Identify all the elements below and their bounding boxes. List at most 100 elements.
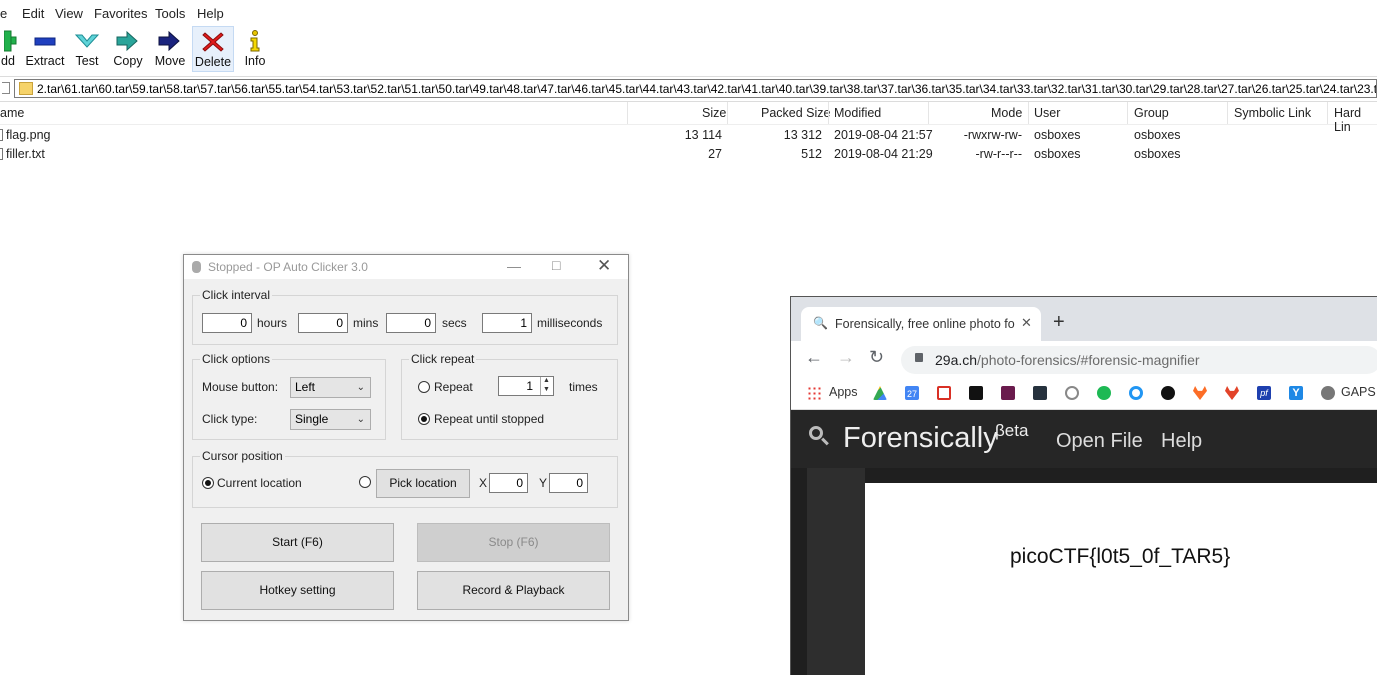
spin-down-icon[interactable]: ▼ — [543, 386, 550, 393]
lock-icon — [915, 353, 923, 362]
file-row[interactable]: flag.png 13 114 13 312 2019-08-04 21:57 … — [0, 126, 1377, 145]
start-button[interactable]: Start (F6) — [201, 523, 394, 562]
pf-icon[interactable]: pf — [1257, 386, 1271, 400]
hotkey-setting-button[interactable]: Hotkey setting — [201, 571, 394, 610]
mins-input[interactable]: 0 — [298, 313, 348, 333]
repeat-radio[interactable] — [418, 381, 430, 393]
extract-button[interactable]: Extract — [24, 26, 66, 72]
url-host: 29a.ch — [935, 352, 978, 368]
close-tab-icon[interactable]: ✕ — [1021, 315, 1032, 331]
repeat-spinner[interactable]: ▲ ▼ — [540, 377, 553, 395]
terminal-icon[interactable] — [1033, 386, 1047, 400]
path-input[interactable]: 2.tar\61.tar\60.tar\59.tar\58.tar\57.tar… — [14, 79, 1377, 98]
apps-bookmark[interactable]: Apps — [829, 385, 858, 399]
green-circle-icon[interactable] — [1097, 386, 1111, 400]
copy-button[interactable]: Copy — [110, 26, 146, 72]
url-bar[interactable]: 29a.ch/photo-forensics/#forensic-magnifi… — [901, 346, 1377, 374]
file-icon — [0, 148, 3, 160]
x-input[interactable]: 0 — [489, 473, 528, 493]
click-type-select[interactable]: Single ⌄ — [290, 409, 371, 430]
toolbar: dd Extract Test Copy Move Delete Info — [0, 26, 1377, 74]
move-arrow-icon — [158, 30, 180, 52]
pick-location-button[interactable]: Pick location — [376, 469, 470, 498]
file-icon — [0, 129, 3, 141]
magnifier-icon — [809, 426, 823, 440]
add-button[interactable]: dd — [0, 26, 17, 72]
test-button[interactable]: Test — [70, 26, 104, 72]
new-tab-icon[interactable]: + — [1053, 311, 1065, 334]
file-list-header: ame Size Packed Size Modified Mode User … — [0, 102, 1377, 134]
minus-icon — [34, 37, 56, 46]
reload-icon[interactable]: ↻ — [869, 347, 884, 368]
forward-icon[interactable]: → — [837, 347, 855, 368]
plus-icon — [4, 30, 17, 52]
col-packed-size[interactable]: Packed Size — [761, 106, 830, 120]
open-file-link[interactable]: Open File — [1056, 430, 1143, 453]
up-folder-icon[interactable] — [2, 82, 10, 94]
beta-label: βeta — [995, 421, 1029, 440]
calendar-icon[interactable]: 27 — [905, 386, 919, 400]
file-row[interactable]: filler.txt 27 512 2019-08-04 21:29 -rw-r… — [0, 145, 1377, 164]
move-button[interactable]: Move — [152, 26, 188, 72]
y-input[interactable]: 0 — [549, 473, 588, 493]
mouse-button-select[interactable]: Left ⌄ — [290, 377, 371, 398]
spin-up-icon[interactable]: ▲ — [543, 377, 550, 384]
col-modified[interactable]: Modified — [834, 106, 881, 120]
drive-icon[interactable] — [873, 386, 887, 400]
pick-location-radio[interactable] — [359, 476, 371, 488]
delete-button[interactable]: Delete — [192, 26, 234, 72]
site-nav: Forensically βeta Open File Help — [791, 410, 1377, 468]
flag-text: picoCTF{l0t5_0f_TAR5} — [1010, 545, 1231, 568]
copy-arrow-icon — [116, 30, 138, 52]
menu-help[interactable]: Help — [197, 6, 224, 21]
cursor-position-group: Cursor position Current location Pick lo… — [192, 449, 618, 508]
gitlab-icon[interactable] — [1193, 386, 1207, 400]
back-icon[interactable]: ← — [805, 347, 823, 368]
tab-title: Forensically, free online photo fo — [835, 317, 1015, 331]
menu-favorites[interactable]: Favorites — [94, 6, 147, 21]
close-icon[interactable]: ✕ — [597, 256, 611, 276]
slack-icon[interactable] — [1001, 386, 1015, 400]
hours-input[interactable]: 0 — [202, 313, 252, 333]
col-mode[interactable]: Mode — [991, 106, 1022, 120]
col-name[interactable]: ame — [0, 106, 24, 120]
url-path: /photo-forensics/#forensic-magnifier — [977, 352, 1200, 368]
col-symbolic-link[interactable]: Symbolic Link — [1234, 106, 1311, 120]
side-panel — [807, 468, 865, 675]
gaps-bookmark[interactable]: GAPS — [1341, 385, 1376, 399]
site-brand: Forensically — [843, 422, 998, 454]
repeat-until-stopped-radio[interactable] — [418, 413, 430, 425]
target-icon[interactable] — [1129, 386, 1143, 400]
col-size[interactable]: Size — [702, 106, 726, 120]
y-icon[interactable]: Y — [1289, 386, 1303, 400]
globe-icon[interactable] — [1321, 386, 1335, 400]
browser-tab[interactable]: 🔍 Forensically, free online photo fo ✕ — [801, 307, 1041, 341]
checkmark-icon — [74, 34, 100, 48]
col-group[interactable]: Group — [1134, 106, 1169, 120]
help-link[interactable]: Help — [1161, 430, 1202, 453]
c-icon[interactable] — [1065, 386, 1079, 400]
secs-input[interactable]: 0 — [386, 313, 436, 333]
menu-view[interactable]: View — [55, 6, 83, 21]
stop-button[interactable]: Stop (F6) — [417, 523, 610, 562]
gmail-icon[interactable] — [937, 386, 951, 400]
menu-edit[interactable]: Edit — [22, 6, 44, 21]
col-user[interactable]: User — [1034, 106, 1060, 120]
checkmark-bookmark-icon[interactable] — [969, 386, 983, 400]
milliseconds-input[interactable]: 1 — [482, 313, 532, 333]
menu-file[interactable]: e — [0, 6, 7, 21]
maximize-icon[interactable]: □ — [552, 257, 560, 273]
menu-tools[interactable]: Tools — [155, 6, 185, 21]
minimize-icon[interactable]: — — [507, 258, 521, 274]
image-canvas[interactable]: picoCTF{l0t5_0f_TAR5} — [865, 483, 1377, 675]
auto-clicker-titlebar[interactable]: Stopped - OP Auto Clicker 3.0 — □ ✕ — [184, 255, 628, 279]
gitlab-icon[interactable] — [1225, 386, 1239, 400]
info-button[interactable]: Info — [240, 26, 270, 72]
click-repeat-group: Click repeat Repeat 1 ▲ ▼ times Repeat u… — [401, 352, 618, 440]
record-playback-button[interactable]: Record & Playback — [417, 571, 610, 610]
click-interval-group: Click interval 0 hours 0 mins 0 secs 1 m… — [192, 288, 618, 345]
current-location-radio[interactable] — [202, 477, 214, 489]
apps-icon[interactable] — [807, 386, 821, 400]
github-icon[interactable] — [1161, 386, 1175, 400]
address-bar: 2.tar\61.tar\60.tar\59.tar\58.tar\57.tar… — [0, 76, 1377, 102]
